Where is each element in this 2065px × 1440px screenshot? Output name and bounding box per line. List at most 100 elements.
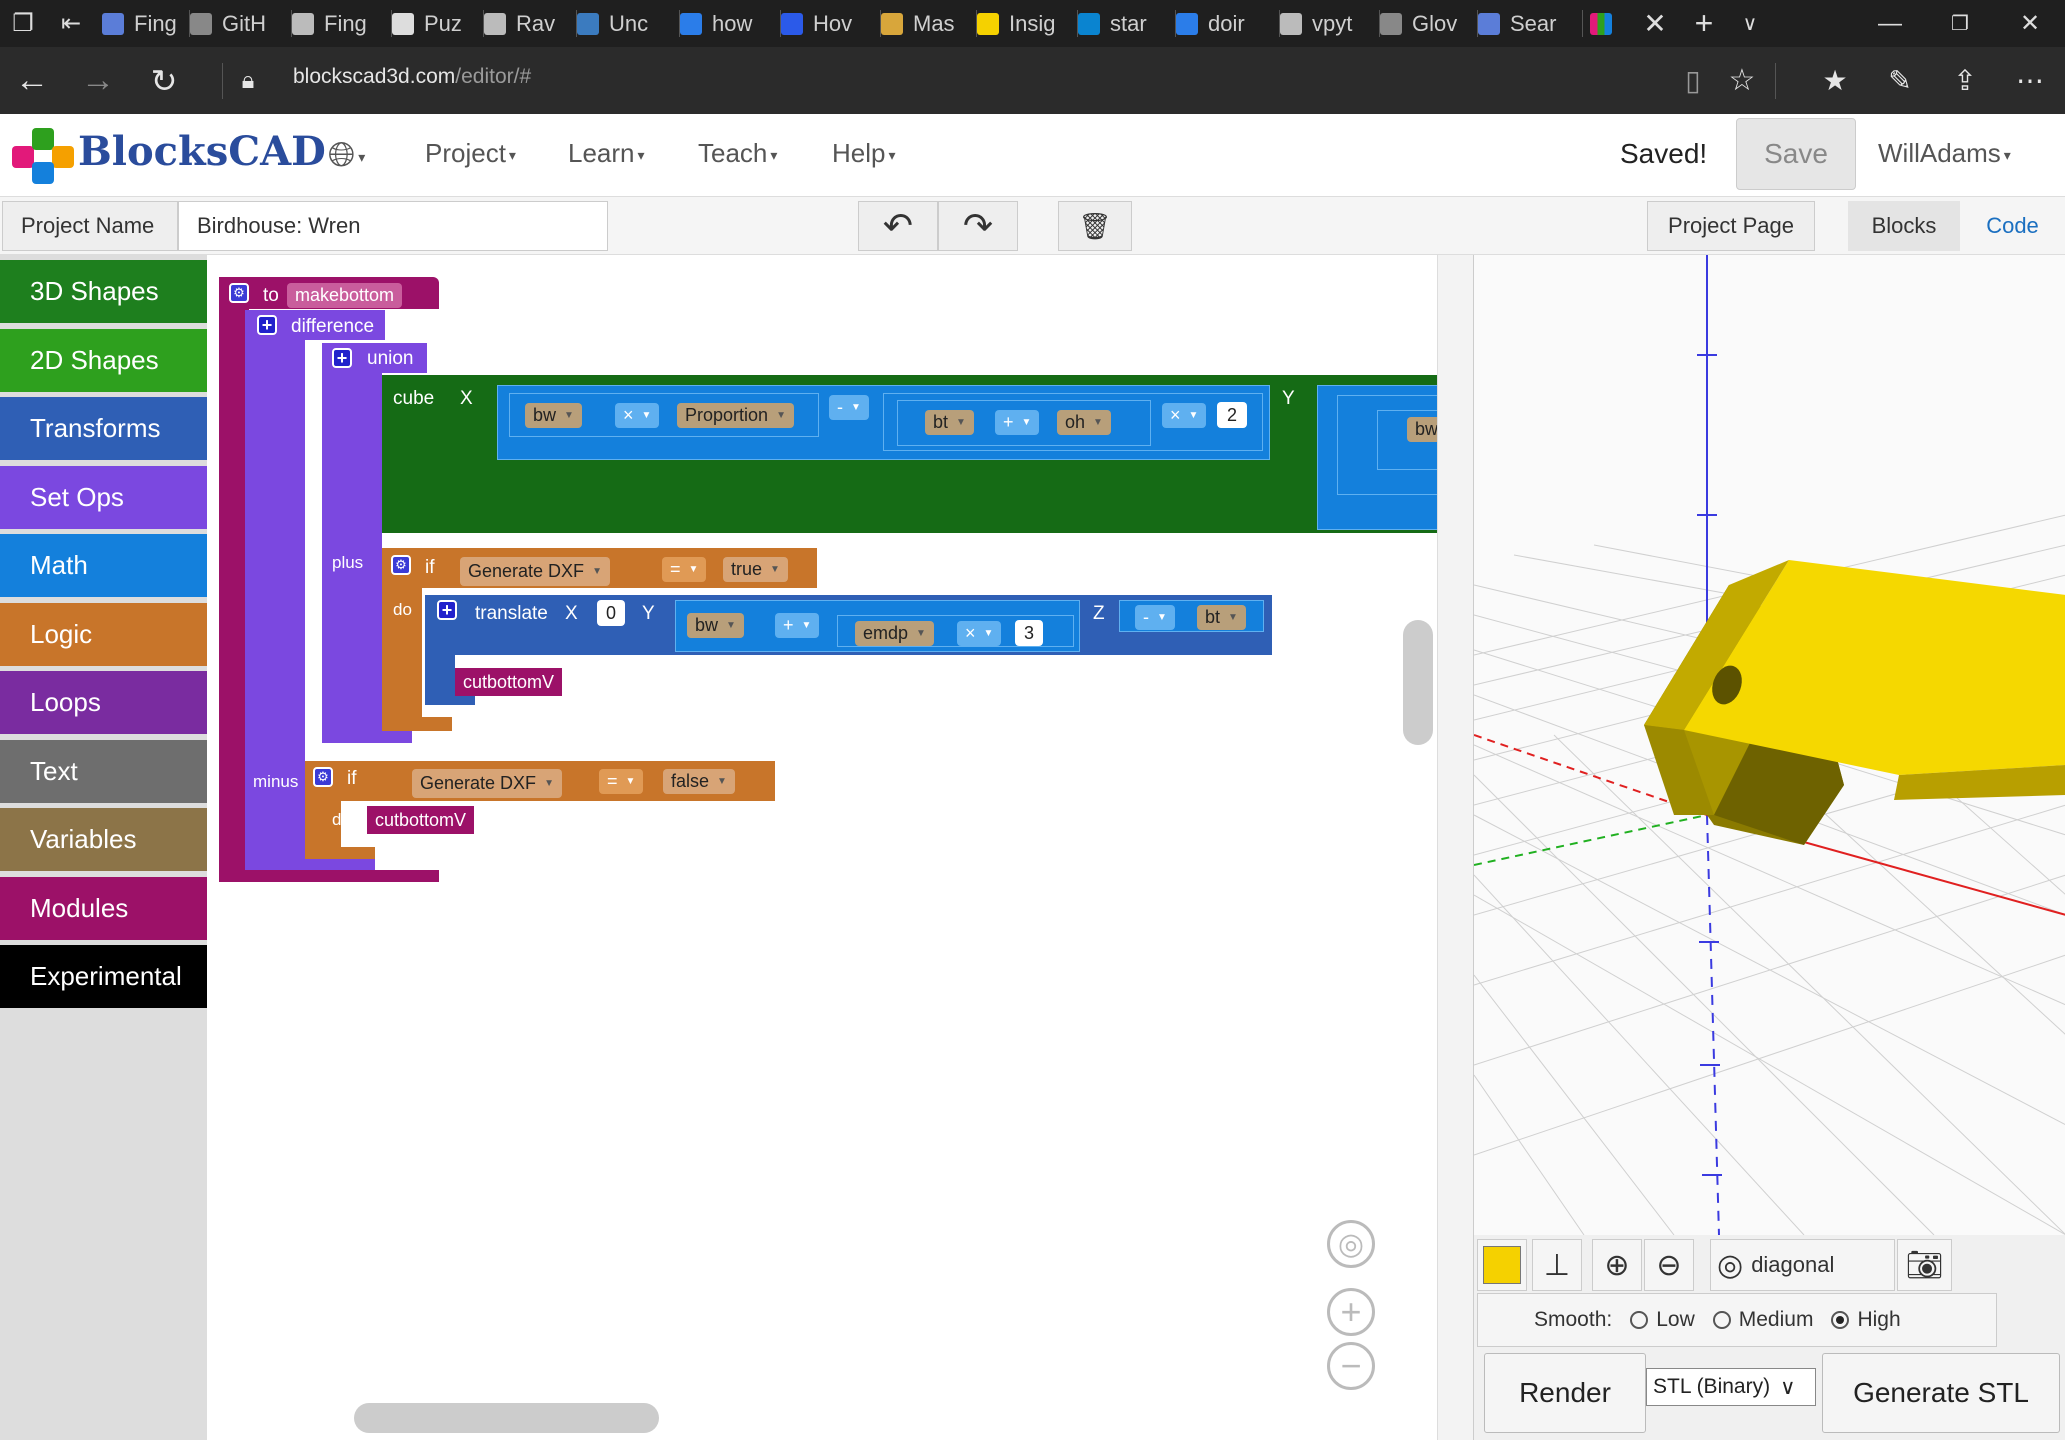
viewer-zoom-in-icon[interactable]: ⊕: [1592, 1239, 1642, 1291]
number-two[interactable]: 2: [1217, 402, 1247, 428]
project-page-button[interactable]: Project Page: [1647, 201, 1815, 251]
window-close-icon[interactable]: ✕: [2000, 0, 2060, 47]
emdp-variable[interactable]: emdp ▼: [855, 621, 934, 646]
3d-viewer[interactable]: [1473, 255, 2065, 1235]
times-operator[interactable]: × ▼: [615, 403, 660, 428]
workspace-recenter-icon[interactable]: ◎: [1327, 1220, 1375, 1268]
category-item[interactable]: Modules: [0, 876, 207, 940]
category-item[interactable]: Loops: [0, 671, 207, 734]
browser-tab[interactable]: Hov: [781, 0, 881, 47]
false-value[interactable]: false ▼: [663, 769, 735, 794]
bt-variable[interactable]: bt ▼: [925, 410, 974, 435]
user-menu[interactable]: WillAdams ▾: [1878, 138, 2011, 169]
bt-variable-2[interactable]: bt ▼: [1197, 605, 1246, 630]
browser-tab[interactable]: doir: [1176, 0, 1280, 47]
minimize-icon[interactable]: —: [1860, 0, 1920, 47]
toggle-axes-icon[interactable]: ⊥: [1532, 1239, 1582, 1291]
bw-variable-3[interactable]: bw ▼: [687, 613, 744, 638]
browser-tab[interactable]: GitH: [190, 0, 292, 47]
cutbottomV-call-2[interactable]: cutbottomV: [367, 806, 475, 834]
plus-operator[interactable]: + ▼: [995, 410, 1040, 435]
project-name-input[interactable]: Birdhouse: Wren: [178, 201, 608, 251]
category-item[interactable]: 3D Shapes: [0, 260, 207, 323]
translate-mutator-icon[interactable]: +: [437, 600, 457, 620]
category-item[interactable]: Set Ops: [0, 465, 207, 529]
trash-icon[interactable]: 🗑︎: [1058, 201, 1132, 251]
smooth-high-radio[interactable]: [1831, 1311, 1850, 1329]
more-icon[interactable]: ⋯: [2000, 47, 2060, 114]
view-selector[interactable]: ◎ diagonal: [1710, 1239, 1895, 1291]
category-item[interactable]: Experimental: [0, 945, 207, 1008]
redo-icon[interactable]: ↷: [938, 201, 1018, 251]
color-picker-button[interactable]: [1477, 1239, 1527, 1291]
cutbottomV-call-1[interactable]: cutbottomV: [455, 668, 563, 696]
camera-icon[interactable]: 📷︎: [1897, 1239, 1952, 1291]
bw-variable[interactable]: bw ▼: [525, 403, 582, 428]
browser-tab[interactable]: star: [1078, 0, 1176, 47]
browser-tab[interactable]: Unc: [577, 0, 680, 47]
browser-tab[interactable]: Insig: [977, 0, 1078, 47]
category-item[interactable]: Variables: [0, 808, 207, 871]
bw-variable-2[interactable]: bw: [1407, 417, 1437, 442]
panel-splitter[interactable]: [1437, 255, 1473, 1440]
category-item[interactable]: Math: [0, 534, 207, 597]
generate-stl-button[interactable]: Generate STL: [1822, 1353, 2060, 1433]
format-select[interactable]: STL (Binary) ∨: [1646, 1368, 1816, 1406]
favorite-star-icon[interactable]: ☆: [1712, 47, 1772, 114]
language-globe-icon[interactable]: 🌐︎ ▾: [328, 136, 365, 175]
plus-operator-2[interactable]: + ▼: [775, 613, 820, 638]
number-zero[interactable]: 0: [597, 600, 625, 626]
workspace-zoom-in-icon[interactable]: +: [1327, 1288, 1375, 1336]
menu-help[interactable]: Help ▾: [832, 138, 896, 169]
tab-blocks[interactable]: Blocks: [1848, 201, 1960, 251]
browser-tab[interactable]: Glov: [1380, 0, 1478, 47]
workspace-zoom-out-icon[interactable]: −: [1327, 1342, 1375, 1390]
set-aside-tabs-icon[interactable]: ⇤: [46, 0, 96, 47]
if-2-gear-icon[interactable]: ⚙: [313, 767, 333, 787]
close-tab-icon[interactable]: ✕: [1625, 0, 1685, 47]
generate-dxf-variable[interactable]: Generate DXF ▼: [460, 557, 610, 586]
vertical-scrollbar[interactable]: [1403, 620, 1433, 745]
module-gear-icon[interactable]: ⚙: [229, 283, 249, 303]
times-operator-2[interactable]: × ▼: [1162, 403, 1207, 428]
proportion-variable[interactable]: Proportion ▼: [677, 403, 794, 428]
save-button[interactable]: Save: [1736, 118, 1856, 190]
equals-operator-2[interactable]: = ▼: [599, 769, 644, 794]
generate-dxf-variable-2[interactable]: Generate DXF ▼: [412, 769, 562, 798]
browser-tab[interactable]: how: [680, 0, 781, 47]
difference-mutator-icon[interactable]: +: [257, 315, 277, 335]
module-name-field[interactable]: makebottom: [287, 283, 403, 308]
forward-arrow-icon[interactable]: →: [68, 47, 128, 114]
menu-learn[interactable]: Learn ▾: [568, 138, 645, 169]
refresh-icon[interactable]: ↻: [134, 47, 194, 114]
smooth-low-radio[interactable]: [1630, 1311, 1649, 1329]
restore-icon[interactable]: ❐: [1930, 0, 1990, 47]
oh-variable[interactable]: oh ▼: [1057, 410, 1111, 435]
negate-operator[interactable]: - ▼: [1135, 605, 1175, 630]
equals-operator[interactable]: = ▼: [662, 557, 707, 582]
browser-tab[interactable]: vpyt: [1280, 0, 1380, 47]
category-item[interactable]: Logic: [0, 602, 207, 666]
horizontal-scrollbar[interactable]: [354, 1403, 659, 1433]
minus-operator[interactable]: - ▼: [829, 395, 869, 420]
render-button[interactable]: Render: [1484, 1353, 1646, 1433]
viewer-zoom-out-icon[interactable]: ⊖: [1644, 1239, 1694, 1291]
smooth-medium-radio[interactable]: [1712, 1311, 1731, 1329]
browser-tab[interactable]: Sear: [1478, 0, 1583, 47]
menu-project[interactable]: Project ▾: [425, 138, 516, 169]
tab-code[interactable]: Code: [1960, 201, 2065, 251]
web-note-icon[interactable]: ✎: [1870, 47, 1930, 114]
if-1-gear-icon[interactable]: ⚙: [391, 555, 411, 575]
browser-tab[interactable]: Fing: [292, 0, 392, 47]
browser-tab[interactable]: Fing: [102, 0, 190, 47]
times-operator-3[interactable]: × ▼: [957, 621, 1002, 646]
new-tab-icon[interactable]: +: [1678, 0, 1730, 47]
browser-tab[interactable]: Rav: [484, 0, 577, 47]
true-value[interactable]: true ▼: [723, 557, 788, 582]
browser-tab[interactable]: Mas: [881, 0, 977, 47]
blocks-workspace[interactable]: ⚙ to makebottom + difference minus + uni…: [207, 255, 1437, 1440]
back-arrow-icon[interactable]: ←: [2, 47, 62, 114]
category-item[interactable]: Text: [0, 739, 207, 803]
union-mutator-icon[interactable]: +: [332, 348, 352, 368]
tab-actions-icon[interactable]: ❐: [0, 0, 46, 47]
